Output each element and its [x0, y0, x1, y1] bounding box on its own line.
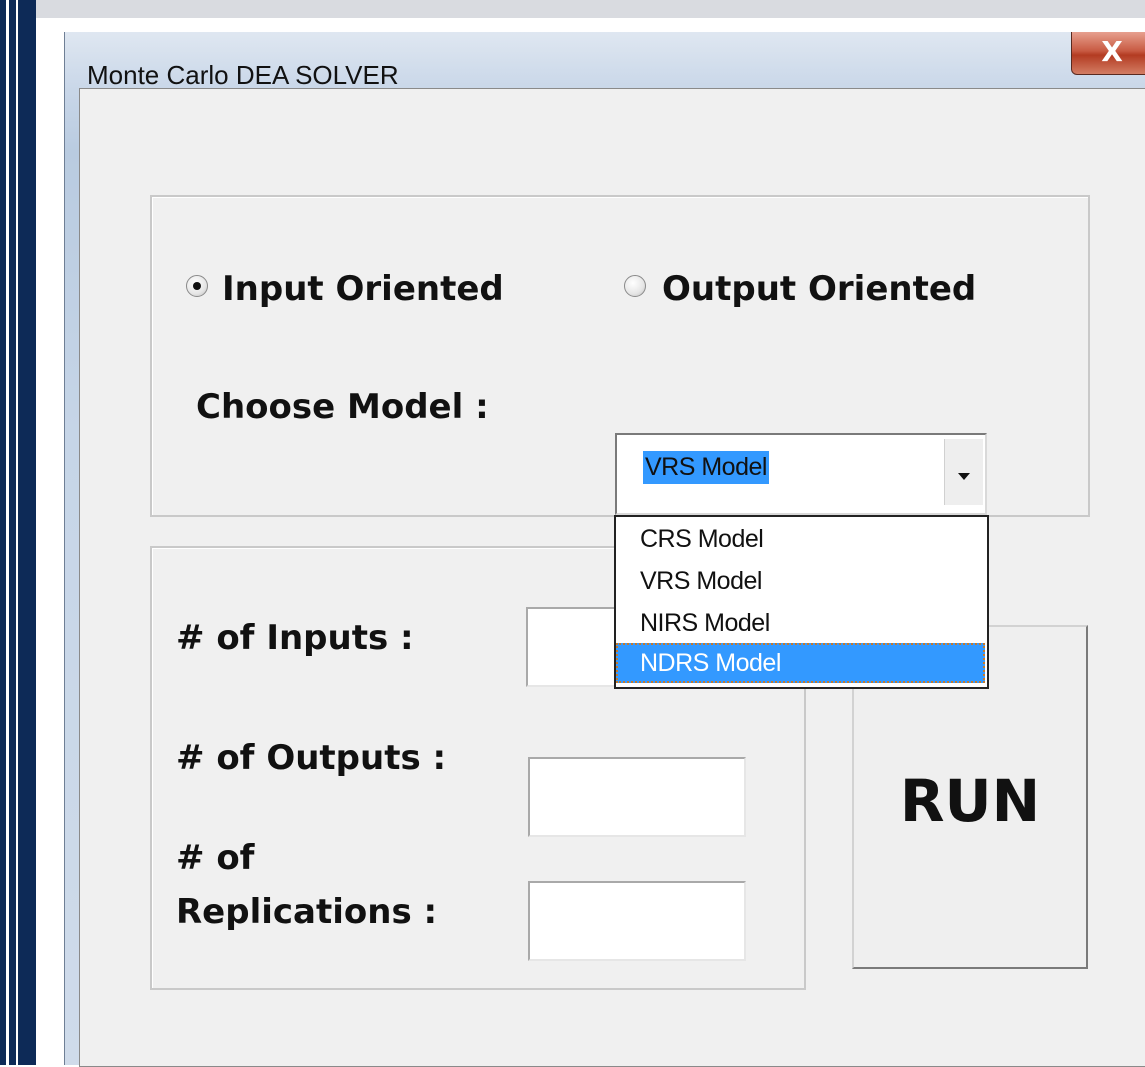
radio-selected-dot — [193, 282, 201, 290]
close-icon: X — [1101, 35, 1123, 68]
output-oriented-radio[interactable] — [624, 275, 646, 297]
model-dropdown-list: CRS Model VRS Model NIRS Model NDRS Mode… — [614, 515, 989, 689]
model-select[interactable]: VRS Model — [615, 433, 987, 515]
model-option-crs[interactable]: CRS Model — [616, 519, 985, 559]
input-oriented-radio[interactable] — [186, 275, 208, 297]
dialog-window: Monte Carlo DEA SOLVER X Input Oriented … — [64, 32, 1145, 1067]
inputs-label: # of Inputs : — [176, 618, 414, 658]
model-option-ndrs[interactable]: NDRS Model — [616, 643, 985, 683]
outputs-label: # of Outputs : — [176, 738, 447, 778]
model-select-value: VRS Model — [643, 451, 769, 484]
input-oriented-label[interactable]: Input Oriented — [222, 269, 504, 309]
replications-label-line1: # of — [176, 838, 255, 878]
dropdown-toggle-button[interactable] — [944, 439, 983, 505]
model-option-nirs[interactable]: NIRS Model — [616, 603, 985, 643]
replications-field[interactable] — [528, 881, 746, 961]
outputs-field[interactable] — [528, 757, 746, 837]
run-button-label: RUN — [899, 767, 1041, 835]
dialog-client-area: Input Oriented Output Oriented Choose Mo… — [79, 88, 1145, 1067]
frame-stripe — [6, 0, 9, 1065]
close-button[interactable]: X — [1071, 32, 1145, 75]
chevron-down-icon — [958, 473, 970, 480]
choose-model-label: Choose Model : — [196, 387, 489, 427]
background-frame-edge — [0, 0, 36, 1065]
background-toolbar-strip — [36, 0, 1145, 18]
replications-label-line2: Replications : — [176, 892, 438, 932]
frame-stripe — [16, 0, 18, 1065]
output-oriented-label[interactable]: Output Oriented — [662, 269, 976, 309]
window-title: Monte Carlo DEA SOLVER — [87, 60, 399, 90]
model-option-vrs[interactable]: VRS Model — [616, 561, 985, 601]
